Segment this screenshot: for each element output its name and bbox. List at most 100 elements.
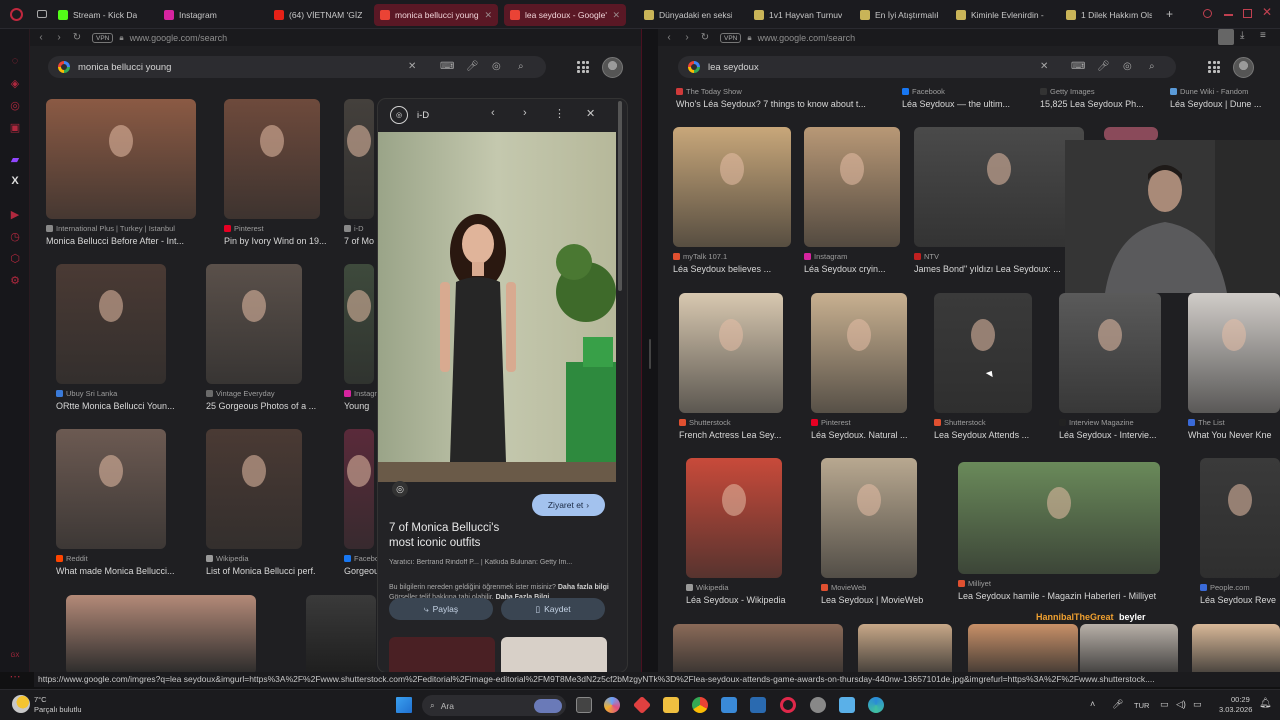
result-title[interactable]: What You Never Kne: [1188, 430, 1280, 440]
result-title[interactable]: French Actress Lea Sey...: [679, 430, 797, 440]
forward-icon[interactable]: ›: [50, 32, 68, 43]
result-thumbnail[interactable]: [206, 264, 302, 384]
result-thumbnail[interactable]: [206, 429, 302, 549]
result-title[interactable]: Who's Léa Seydoux? 7 things to know abou…: [676, 99, 886, 109]
result-source[interactable]: Wikipedia: [686, 583, 792, 592]
result-thumbnail[interactable]: [804, 127, 900, 247]
result-title[interactable]: Lea Seydoux hamile - Magazin Haberleri -…: [958, 591, 1174, 601]
result-title[interactable]: Léa Seydoux - Wikipedia: [686, 595, 796, 605]
mic-tray-icon[interactable]: 🎤︎: [1112, 699, 1123, 710]
task-view-icon[interactable]: [576, 697, 592, 713]
mail-icon[interactable]: [750, 697, 766, 713]
result-title[interactable]: Monica Bellucci Before After - Int...: [46, 236, 210, 246]
result-source[interactable]: Milliyet: [958, 579, 1170, 588]
result-thumbnail[interactable]: [679, 293, 783, 413]
browser-tab[interactable]: 1v1 Hayvan Turnuva: [748, 4, 848, 26]
result-source[interactable]: Shutterstock: [679, 418, 793, 427]
result-source[interactable]: myTalk 107.1: [673, 252, 801, 261]
app-icon[interactable]: [810, 697, 826, 713]
close-icon[interactable]: ✕: [586, 107, 595, 120]
result-thumbnail[interactable]: [1188, 293, 1280, 413]
result-title[interactable]: ORtte Monica Bellucci Youn...: [56, 401, 180, 411]
search-input[interactable]: lea seydoux: [708, 62, 759, 73]
browser-tab[interactable]: Stream - Kick Da: [52, 4, 150, 26]
result-thumbnail[interactable]: [344, 264, 374, 384]
result-source[interactable]: Wikipedia: [206, 554, 312, 563]
result-thumbnail[interactable]: [1192, 624, 1280, 672]
result-thumbnail[interactable]: [306, 595, 376, 672]
result-source[interactable]: Dune Wiki - Fandom: [1170, 87, 1280, 96]
extension-icon[interactable]: [1218, 29, 1234, 45]
browser-tab[interactable]: 1 Dilek Hakkım Olsa: [1060, 4, 1158, 26]
visit-button[interactable]: Ziyaret et ›: [532, 494, 605, 516]
result-thumbnail[interactable]: [66, 595, 256, 672]
aria-icon[interactable]: ◌: [8, 54, 22, 68]
preview-scrollbar[interactable]: [618, 101, 622, 291]
result-thumbnail[interactable]: [858, 624, 952, 672]
url-text[interactable]: www.google.com/search: [130, 33, 228, 43]
weather-temp[interactable]: 7°C: [34, 695, 47, 704]
app-icon[interactable]: [632, 695, 652, 715]
prev-icon[interactable]: ‹: [491, 107, 495, 119]
browser-tab[interactable]: En İyi Atıştırmalık (2: [854, 4, 944, 26]
result-title[interactable]: List of Monica Bellucci perf...: [206, 566, 316, 576]
preview-image[interactable]: [378, 132, 616, 482]
result-thumbnail[interactable]: [1080, 624, 1178, 672]
search-tabs-icon[interactable]: [1203, 9, 1212, 18]
browser-tab[interactable]: lea seydoux - Google'da A ✕: [504, 4, 626, 26]
clock-time[interactable]: 00:29: [1231, 695, 1250, 704]
preview-title[interactable]: 7 of Monica Bellucci's most iconic outfi…: [389, 521, 527, 551]
result-title[interactable]: Léa Seydoux - Intervie...: [1059, 430, 1175, 440]
minimize-button[interactable]: [1224, 14, 1233, 16]
result-source[interactable]: Pinterest: [224, 224, 330, 233]
language-indicator[interactable]: TUR: [1134, 701, 1149, 710]
opera-logo-icon[interactable]: [10, 8, 23, 21]
result-title[interactable]: Léa Seydoux cryin...: [804, 264, 914, 274]
result-source[interactable]: Vintage Everyday: [206, 389, 312, 398]
result-title[interactable]: Léa Seydoux — the ultim...: [902, 99, 1026, 109]
search-box[interactable]: lea seydoux ✕ ⌨ 🎤︎ ◎ ⌕: [678, 56, 1176, 78]
account-avatar[interactable]: [1233, 57, 1254, 78]
weather-icon[interactable]: [12, 695, 30, 713]
taskbar-search[interactable]: ⌕ Ara: [422, 695, 566, 716]
lens-search-icon[interactable]: ◎: [392, 481, 408, 497]
result-source[interactable]: Facebook: [902, 87, 1022, 96]
player-icon[interactable]: ▶: [8, 207, 22, 221]
result-source[interactable]: Pinterest: [811, 418, 917, 427]
next-icon[interactable]: ›: [523, 107, 527, 119]
split-divider[interactable]: [642, 29, 658, 672]
result-source[interactable]: Getty Images: [1040, 87, 1160, 96]
edge-icon[interactable]: [868, 697, 884, 713]
result-thumbnail[interactable]: [934, 293, 1032, 413]
result-title[interactable]: 15,825 Lea Seydoux Ph...: [1040, 99, 1164, 109]
mic-icon[interactable]: 🎤︎: [466, 61, 479, 72]
lens-icon[interactable]: ◎: [492, 61, 501, 72]
gx-icon[interactable]: GX: [8, 649, 22, 663]
notifications-icon[interactable]: 🔔︎: [1259, 698, 1272, 709]
result-source[interactable]: The List: [1188, 418, 1280, 427]
result-source[interactable]: Shutterstock: [934, 418, 1042, 427]
result-thumbnail[interactable]: [686, 458, 782, 578]
result-thumbnail[interactable]: [673, 624, 843, 672]
result-thumbnail[interactable]: [56, 264, 166, 384]
result-thumbnail[interactable]: [968, 624, 1078, 672]
close-tab-icon[interactable]: ✕: [612, 10, 620, 21]
keyboard-icon[interactable]: ⌨: [1071, 61, 1085, 72]
close-window-button[interactable]: ✕: [1262, 5, 1272, 19]
result-thumbnail[interactable]: [673, 127, 791, 247]
browser-tab[interactable]: monica bellucci young - G ✕: [374, 4, 498, 26]
file-explorer-icon[interactable]: [663, 697, 679, 713]
browser-tab[interactable]: Dünyadaki en seksi: [638, 4, 738, 26]
reload-icon[interactable]: ↻: [68, 32, 86, 43]
result-thumbnail[interactable]: [1104, 127, 1158, 141]
result-thumbnail[interactable]: [914, 127, 1084, 247]
result-title[interactable]: Léa Seydoux Reve: [1200, 595, 1280, 605]
menu-icon[interactable]: ≡: [1260, 30, 1266, 41]
search-input[interactable]: monica bellucci young: [78, 62, 171, 73]
search-icon[interactable]: ⌕: [1149, 61, 1155, 72]
apps-grid-icon[interactable]: [1208, 61, 1220, 73]
result-title[interactable]: Pin by Ivory Wind on 19...: [224, 236, 334, 246]
result-thumbnail[interactable]: [1059, 293, 1161, 413]
network-icon[interactable]: ▭: [1160, 699, 1169, 710]
notepad-icon[interactable]: [839, 697, 855, 713]
